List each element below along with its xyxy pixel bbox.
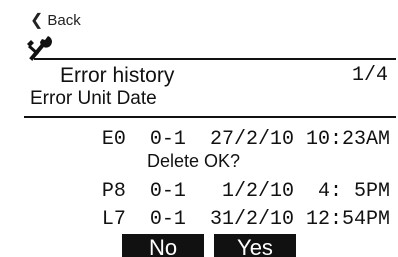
no-button[interactable]: No [122, 234, 204, 257]
error-unit: 0-1 [149, 208, 186, 231]
error-row: E0 0-1 27/2/10 10:23AM [24, 128, 390, 151]
error-code: P8 [101, 180, 126, 203]
page-title: Error history [60, 64, 175, 87]
error-date: 27/2/10 [209, 128, 294, 151]
column-headers: Error Unit Date [30, 88, 157, 109]
error-unit: 0-1 [149, 180, 186, 203]
error-time: 4: 5PM [317, 180, 390, 203]
delete-confirm-message: Delete OK? [147, 151, 241, 171]
error-date: 1/2/10 [221, 180, 294, 203]
error-time: 10:23AM [305, 128, 390, 151]
error-date: 31/2/10 [209, 208, 294, 231]
page-indicator: 1/4 [351, 64, 388, 87]
error-unit: 0-1 [149, 128, 186, 151]
error-row: P8 0-1 1/2/10 4: 5PM [24, 180, 390, 203]
back-label: Back [47, 12, 81, 29]
chevron-left-icon: ❮ [30, 11, 44, 29]
lcd-screen: ❮ Back Error history 1/4 Error Unit Date… [24, 6, 396, 257]
back-button[interactable]: ❮ Back [30, 12, 81, 29]
error-row: L7 0-1 31/2/10 12:54PM [24, 208, 390, 231]
title-bar: Error history 1/4 [24, 60, 396, 90]
list-divider [24, 116, 396, 118]
yes-button[interactable]: Yes [214, 234, 296, 257]
error-time: 12:54PM [305, 208, 390, 231]
error-code: L7 [101, 208, 126, 231]
error-code: E0 [101, 128, 126, 151]
